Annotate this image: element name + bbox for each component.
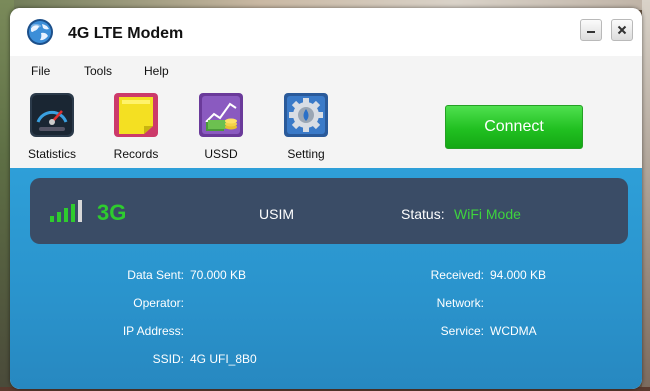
- setting-label: Setting: [287, 147, 325, 161]
- service-value: WCDMA: [490, 324, 537, 338]
- window-title: 4G LTE Modem: [68, 25, 184, 42]
- ip-address-label: IP Address:: [122, 324, 184, 338]
- signal-strength-icon: [50, 200, 82, 222]
- minimize-icon: [587, 31, 595, 33]
- close-button[interactable]: [611, 19, 633, 41]
- globe-icon: [27, 19, 53, 45]
- signal-bar: [78, 200, 82, 222]
- close-icon: [617, 25, 627, 35]
- signal-bar: [64, 208, 68, 222]
- signal-bar: [71, 204, 75, 222]
- sim-type: USIM: [259, 206, 294, 222]
- speedometer-icon: [30, 93, 74, 137]
- menu-file[interactable]: File: [31, 64, 50, 78]
- statistics-button[interactable]: Statistics: [17, 92, 87, 161]
- network-type: 3G: [97, 200, 127, 225]
- status-panel: 3G USIM Status: WiFi Mode: [30, 178, 628, 244]
- menu-help[interactable]: Help: [144, 64, 169, 78]
- ussd-label: USSD: [204, 147, 238, 161]
- statistics-label: Statistics: [27, 147, 76, 161]
- records-button[interactable]: Records: [101, 92, 171, 161]
- records-label: Records: [113, 147, 159, 161]
- menu-bar: File Tools Help: [10, 56, 642, 84]
- operator-label: Operator:: [133, 296, 184, 310]
- modem-window: 4G LTE Modem File Tools Help Statistics …: [10, 8, 642, 389]
- desktop-background-right: [642, 0, 650, 391]
- ssid-value: 4G UFI_8B0: [190, 352, 257, 366]
- service-label: Service:: [440, 324, 484, 338]
- connect-button[interactable]: Connect: [445, 105, 583, 149]
- menu-tools[interactable]: Tools: [84, 64, 112, 78]
- received-value: 94.000 KB: [490, 268, 547, 282]
- sticky-note-icon: [114, 93, 158, 137]
- status-label: Status:: [401, 206, 445, 222]
- received-label: Received:: [430, 268, 484, 282]
- gear-icon: [284, 93, 328, 137]
- network-label: Network:: [436, 296, 484, 310]
- main-panel: 3G USIM Status: WiFi Mode Data Sent: 70.…: [10, 168, 642, 389]
- data-sent-value: 70.000 KB: [190, 268, 247, 282]
- title-bar[interactable]: 4G LTE Modem: [10, 8, 642, 56]
- ussd-button[interactable]: USSD: [186, 92, 256, 161]
- minimize-button[interactable]: [580, 19, 602, 41]
- signal-bar: [57, 212, 61, 222]
- setting-button[interactable]: Setting: [271, 92, 341, 161]
- money-chart-icon: [199, 93, 243, 137]
- signal-bar: [50, 216, 54, 222]
- ssid-label: SSID:: [152, 352, 184, 366]
- status-value: WiFi Mode: [454, 206, 521, 222]
- data-sent-label: Data Sent:: [127, 268, 184, 282]
